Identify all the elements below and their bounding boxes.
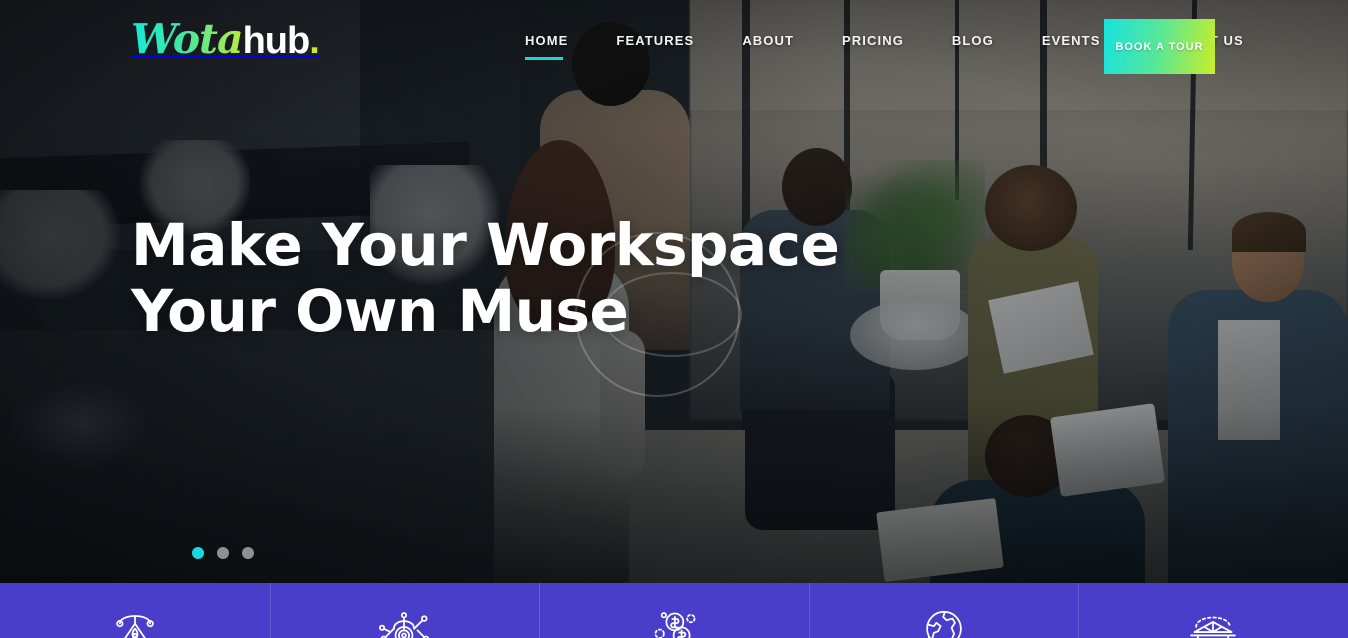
nav-item-home[interactable]: HOME <box>520 33 592 60</box>
carousel-dots[interactable] <box>192 547 254 559</box>
nav-item-pricing[interactable]: PRICING <box>818 33 928 48</box>
feature-cell-3[interactable] <box>539 583 809 638</box>
feature-cell-5[interactable] <box>1078 583 1348 638</box>
carousel-dot-2[interactable] <box>217 547 229 559</box>
brand-logo-script: Wota <box>131 15 244 63</box>
nav-item-blog[interactable]: BLOG <box>928 33 1018 48</box>
nav-item-features[interactable]: FEATURES <box>592 33 718 48</box>
coins-icon <box>647 600 701 638</box>
page-title: Make Your Workspace Your Own Muse <box>131 212 891 344</box>
carousel-dot-1[interactable] <box>192 547 204 559</box>
carousel-dot-3[interactable] <box>242 547 254 559</box>
hero-title-line-2: Your Own Muse <box>131 277 629 345</box>
drafting-compass-icon <box>108 600 162 638</box>
brand-logo-dot: . <box>309 20 320 62</box>
feature-cell-1[interactable] <box>0 583 270 638</box>
brand-logo-bold: hub <box>242 20 311 62</box>
hero-heading-block: Make Your Workspace Your Own Muse <box>131 212 891 344</box>
globe-icon <box>917 600 971 638</box>
hero-title-line-1: Make Your Workspace <box>131 211 840 279</box>
book-a-tour-button[interactable]: BOOK A TOUR <box>1104 19 1215 74</box>
umbrella-structure-icon <box>1186 600 1240 638</box>
site-header: Wotahub. HOME FEATURES ABOUT PRICING BLO… <box>0 0 1348 90</box>
feature-cell-2[interactable] <box>269 583 540 638</box>
feature-cell-4[interactable] <box>808 583 1079 638</box>
brand-logo[interactable]: Wotahub. <box>131 19 320 62</box>
feature-icon-bar <box>0 583 1348 638</box>
landing-page: Make Your Workspace Your Own Muse Wotahu… <box>0 0 1348 638</box>
network-nodes-icon <box>377 600 431 638</box>
nav-item-about[interactable]: ABOUT <box>718 33 818 48</box>
